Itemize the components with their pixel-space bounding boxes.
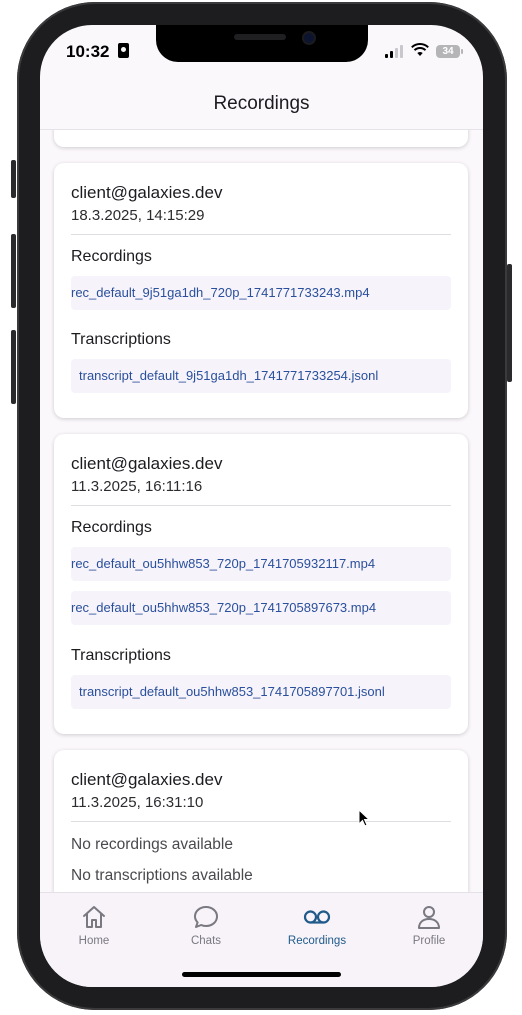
no-transcriptions-text: No transcriptions available xyxy=(71,867,253,884)
page-header: Recordings xyxy=(40,87,483,130)
card-divider xyxy=(71,234,451,235)
tab-profile[interactable]: Profile xyxy=(384,903,474,947)
recordings-section-title: Recordings xyxy=(71,248,152,265)
recordings-section-title: Recordings xyxy=(71,519,152,536)
card-date: 11.3.2025, 16:31:10 xyxy=(71,794,204,811)
card-user-email: client@galaxies.dev xyxy=(71,454,223,473)
recording-card: client@galaxies.dev 11.3.2025, 16:31:10 … xyxy=(54,750,468,892)
wifi-icon xyxy=(411,43,429,56)
transcription-file-link[interactable]: transcript_default_ou5hhw853_17417058977… xyxy=(71,675,451,709)
person-icon xyxy=(418,906,440,929)
no-recordings-text: No recordings available xyxy=(71,836,233,853)
chat-bubble-icon xyxy=(194,906,218,928)
tab-label: Chats xyxy=(190,935,222,947)
tab-home[interactable]: Home xyxy=(49,903,139,947)
mouse-cursor-icon xyxy=(358,809,370,827)
home-icon xyxy=(83,906,105,928)
battery-indicator: 34 xyxy=(436,45,463,58)
cellular-signal-icon xyxy=(385,45,405,58)
card-divider xyxy=(71,821,451,822)
mute-switch xyxy=(11,160,16,198)
notch xyxy=(156,25,368,62)
recording-card-partial xyxy=(54,129,468,147)
front-camera xyxy=(304,33,314,43)
tab-label: Home xyxy=(78,935,110,947)
transcriptions-section-title: Transcriptions xyxy=(71,647,171,664)
tab-chats[interactable]: Chats xyxy=(161,903,251,947)
volume-up-button xyxy=(11,234,16,308)
recording-file-link[interactable]: rec_default_ou5hhw853_720p_1741705932117… xyxy=(71,547,451,581)
card-date: 18.3.2025, 14:15:29 xyxy=(71,207,205,224)
tab-recordings[interactable]: Recordings xyxy=(272,903,362,947)
page-title: Recordings xyxy=(213,93,310,114)
home-indicator[interactable] xyxy=(182,972,341,977)
power-button xyxy=(507,264,512,382)
voicemail-icon xyxy=(303,910,331,924)
earpiece-speaker xyxy=(234,34,286,40)
card-date: 11.3.2025, 16:11:16 xyxy=(71,478,203,495)
recording-file-link[interactable]: rec_default_9j51ga1dh_720p_1741771733243… xyxy=(71,276,451,310)
card-divider xyxy=(71,505,451,506)
recording-card: client@galaxies.dev 18.3.2025, 14:15:29 … xyxy=(54,163,468,418)
tab-label: Profile xyxy=(412,935,446,947)
status-time: 10:32 xyxy=(66,42,110,61)
volume-down-button xyxy=(11,330,16,404)
recording-file-link[interactable]: rec_default_ou5hhw853_720p_1741705897673… xyxy=(71,591,451,625)
sim-card-icon xyxy=(118,43,129,58)
transcription-file-link[interactable]: transcript_default_9j51ga1dh_17417717332… xyxy=(71,359,451,393)
tab-label: Recordings xyxy=(287,935,347,947)
card-user-email: client@galaxies.dev xyxy=(71,770,223,789)
recording-card: client@galaxies.dev 11.3.2025, 16:11:16 … xyxy=(54,434,468,734)
recordings-list[interactable]: client@galaxies.dev 18.3.2025, 14:15:29 … xyxy=(40,129,483,892)
screen: 10:32 34 Recordings client@galaxies.dev … xyxy=(40,25,483,987)
card-user-email: client@galaxies.dev xyxy=(71,183,223,202)
transcriptions-section-title: Transcriptions xyxy=(71,331,171,348)
